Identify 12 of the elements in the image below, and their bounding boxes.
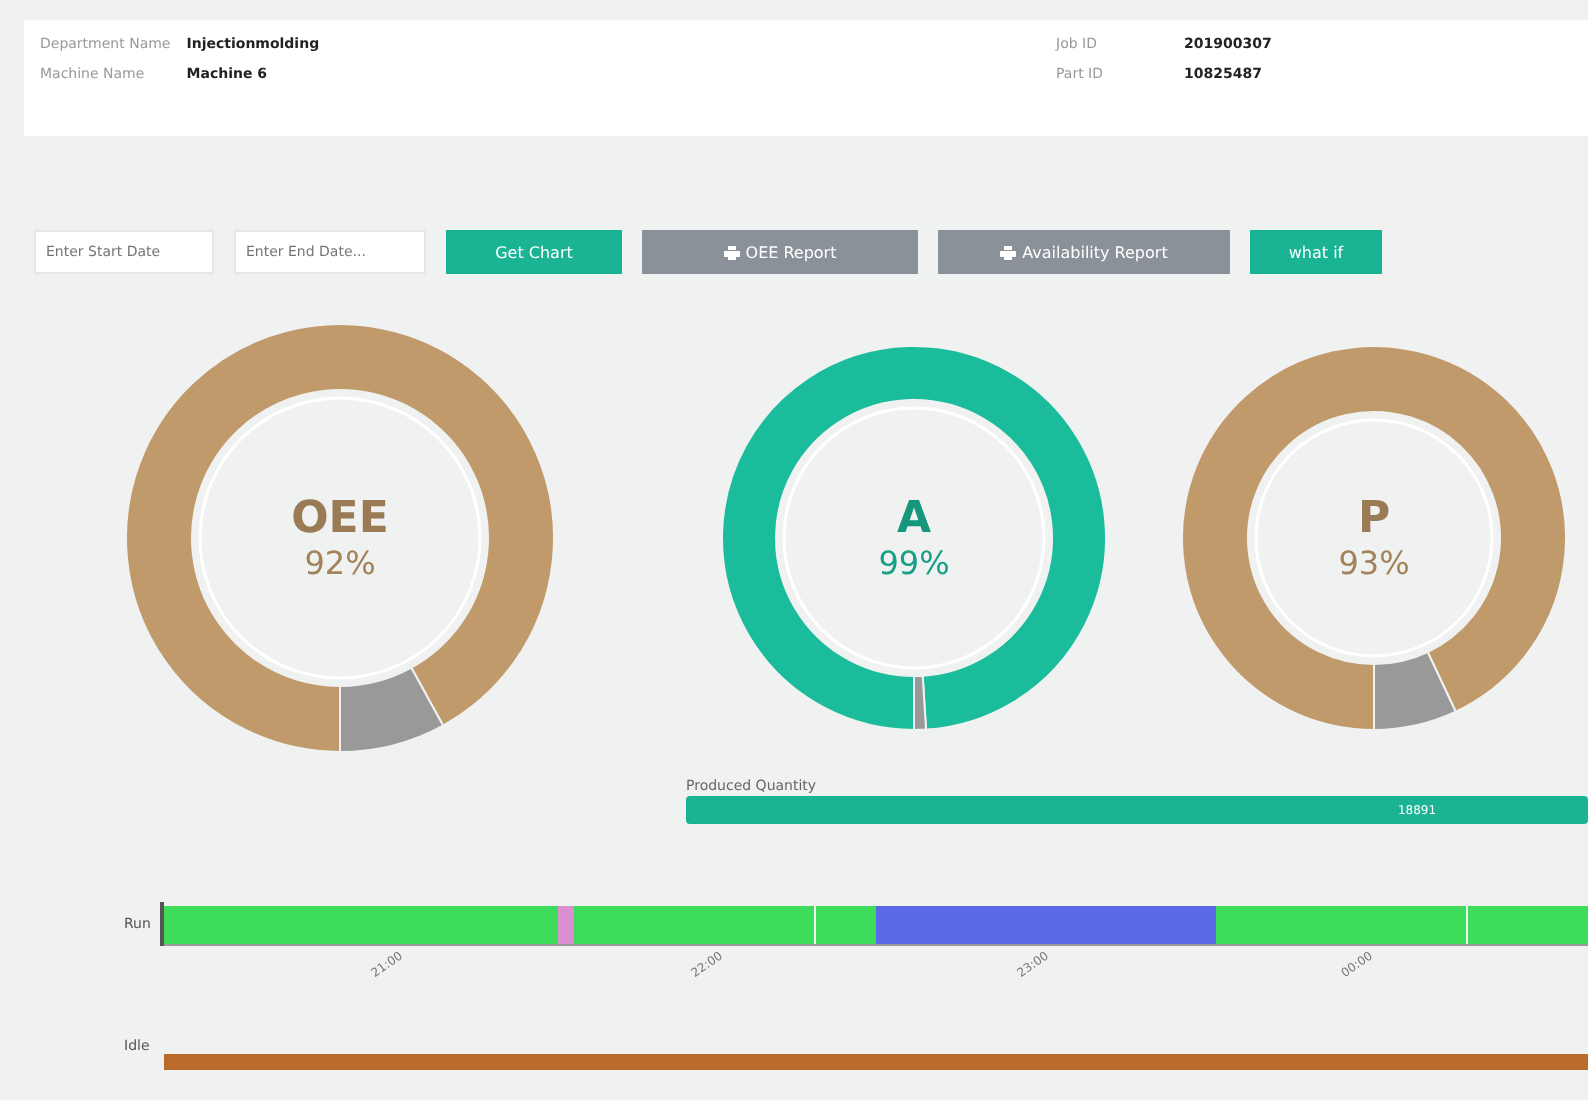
gauge-title: A bbox=[896, 494, 932, 544]
printer-icon bbox=[1000, 245, 1017, 259]
report-button[interactable]: Availability Report bbox=[938, 230, 1230, 274]
gauge-percentage: 93% bbox=[1338, 544, 1410, 582]
gauge-percentage: 92% bbox=[304, 544, 376, 582]
gauge-title: OEE bbox=[291, 494, 389, 544]
action-button[interactable]: what if bbox=[1250, 230, 1382, 274]
gauge-percentage: 99% bbox=[878, 544, 950, 582]
report-button[interactable]: OEE Report bbox=[642, 230, 918, 274]
printer-icon bbox=[723, 245, 740, 259]
action-button[interactable]: Get Chart bbox=[446, 230, 622, 274]
gauge-title: P bbox=[1357, 494, 1391, 544]
